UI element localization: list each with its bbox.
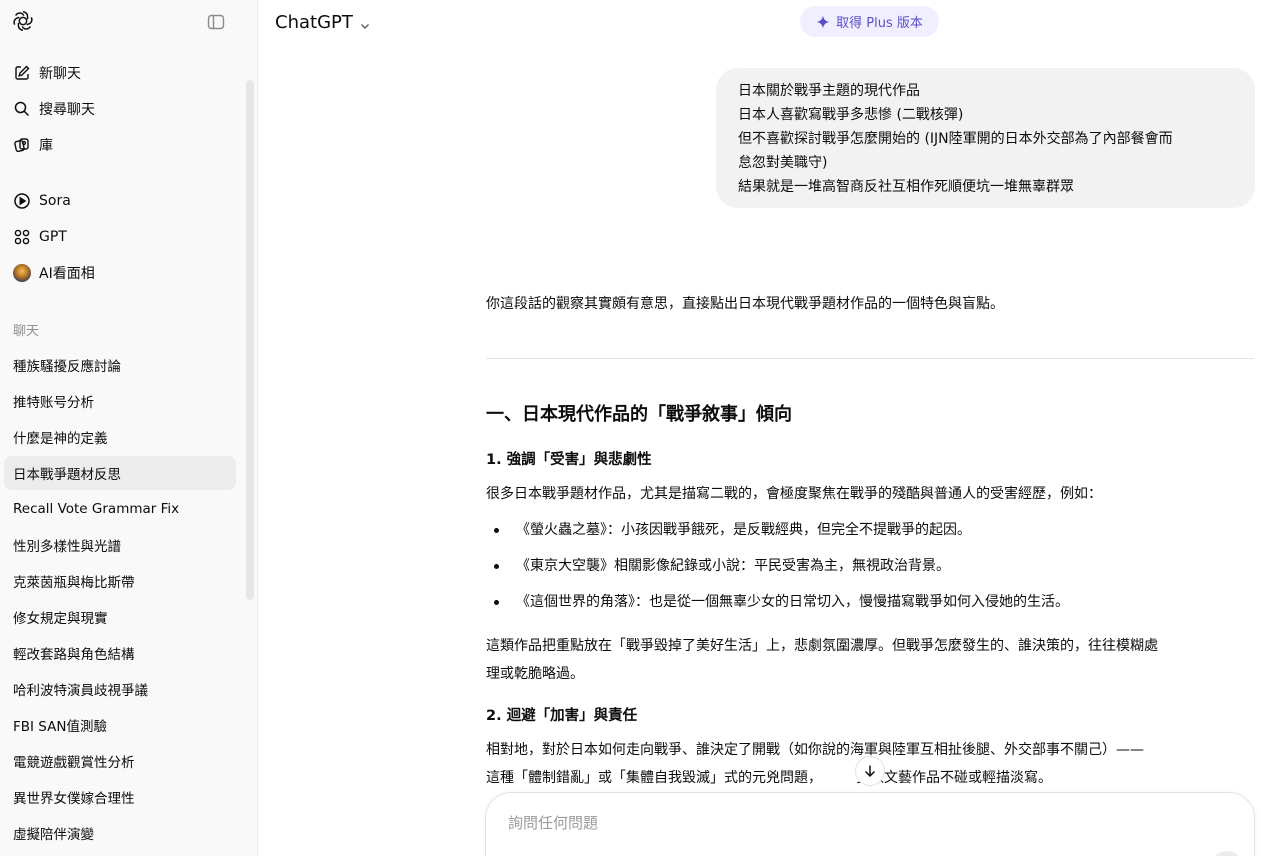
nav-label: 搜尋聊天 (39, 102, 95, 118)
assistant-paragraph: 很多日本戰爭題材作品，尤其是描寫二戰的，會極度聚焦在戰爭的殘酷與普通人的受害經歷… (486, 486, 1102, 502)
chat-history-item[interactable]: 輕改套路與角色結構 (4, 636, 236, 670)
get-plus-label: 取得 Plus 版本 (836, 16, 923, 31)
assistant-intro: 你這段話的觀察其實頗有意思，直接點出日本現代戰爭題材作品的一個特色與盲點。 (486, 296, 1004, 312)
library-button[interactable]: 庫 (4, 128, 236, 162)
assistant-paragraph-line: 這類作品把重點放在「戰爭毀掉了美好生活」上，悲劇氛圍濃厚。但戰爭怎麼發生的、誰決… (486, 638, 1158, 654)
chats-section-label: 聊天 (13, 324, 40, 339)
play-circle-icon (13, 192, 31, 210)
list-item-text: 《這個世界的角落》：也是從一個無辜少女的日常切入，慢慢描寫戰爭如何入侵她的生活。 (516, 594, 1069, 610)
chat-history-item[interactable]: FBI SAN值測驗 (4, 708, 236, 742)
chat-history-item[interactable]: 什麼是神的定義 (4, 420, 236, 454)
chat-history-item[interactable]: 電競遊戲觀賞性分析 (4, 744, 236, 778)
assistant-heading: 一、日本現代作品的「戰爭敘事」傾向 (486, 404, 792, 425)
search-icon (13, 100, 31, 118)
nav-label: AI看面相 (39, 266, 95, 282)
sidebar: 新聊天 搜尋聊天 庫 Sora GPT AI看面相 聊天 種族騷擾反應討論 推特… (0, 0, 258, 856)
chat-history-item[interactable]: 異世界女僕嫁合理性 (4, 780, 236, 814)
sidebar-item-gpt[interactable]: GPT (4, 220, 236, 254)
avatar-icon (13, 264, 31, 282)
user-message-line: 日本人喜歡寫戰爭多悲慘 (二戰核彈) (738, 107, 964, 123)
openai-logo-icon[interactable] (12, 10, 34, 32)
model-selector[interactable]: ChatGPT (275, 10, 371, 34)
sidebar-header (0, 0, 257, 44)
chat-history-item[interactable]: 克萊茵瓶與梅比斯帶 (4, 564, 236, 598)
arrow-down-icon (864, 765, 876, 778)
chat-history-item-active[interactable]: 日本戰爭題材反思 (4, 456, 236, 490)
chat-history-item[interactable]: 性別多樣性與光譜 (4, 528, 236, 562)
bullet-dot (494, 600, 499, 605)
chevron-down-icon (359, 16, 371, 29)
model-name: ChatGPT (275, 11, 353, 33)
new-chat-icon (13, 64, 31, 82)
assistant-paragraph-line: 理或乾脆略過。 (486, 666, 584, 682)
bullet-dot (494, 528, 499, 533)
paragraph-segment: 這種「體制錯亂」或「集體自我毀滅」式的元兇問題， (486, 770, 822, 786)
voice-button[interactable] (1210, 851, 1244, 856)
user-message-line: 但不喜歡探討戰爭怎麼開始的 (IJN陸軍開的日本外交部為了內部餐會而 (738, 131, 1173, 147)
assistant-subheading: 2. 迴避「加害」與責任 (486, 708, 638, 724)
list-item-text: 《東京大空襲》相關影像紀錄或小說：平民受害為主，無視政治背景。 (516, 558, 950, 574)
user-message-bubble: 日本關於戰爭主題的現代作品 日本人喜歡寫戰爭多悲慘 (二戰核彈) 但不喜歡探討戰… (716, 68, 1255, 208)
search-chats-button[interactable]: 搜尋聊天 (4, 92, 236, 126)
chat-history-item[interactable]: Recall Vote Grammar Fix (4, 492, 236, 526)
nav-label: 新聊天 (39, 66, 81, 82)
nav-label: GPT (39, 229, 67, 245)
chat-history-item[interactable]: 修女規定與現實 (4, 600, 236, 634)
sidebar-scrollbar[interactable] (246, 80, 254, 600)
divider (486, 358, 1254, 359)
sidebar-item-ai-face[interactable]: AI看面相 (4, 256, 236, 290)
bullet-dot (494, 564, 499, 569)
prompt-input[interactable] (508, 811, 1108, 835)
grid-icon (13, 228, 31, 246)
nav-label: Sora (39, 193, 71, 209)
list-item-text: 《螢火蟲之墓》：小孩因戰爭餓死，是反戰經典，但完全不提戰爭的起因。 (516, 522, 971, 538)
get-plus-button[interactable]: 取得 Plus 版本 (800, 6, 939, 37)
paragraph-segment: 多數文藝作品不碰或輕描淡寫。 (856, 770, 1052, 786)
chat-history-item[interactable]: 虛擬陪伴演變 (4, 816, 236, 850)
library-icon (13, 136, 31, 154)
chat-history-item[interactable]: 推特账号分析 (4, 384, 236, 418)
chat-history-item[interactable]: 種族騷擾反應討論 (4, 348, 236, 382)
user-message-line: 日本關於戰爭主題的現代作品 (738, 83, 920, 99)
sparkle-icon (816, 15, 830, 29)
chat-history-item[interactable]: 哈利波特演員歧視爭議 (4, 672, 236, 706)
composer (485, 792, 1255, 856)
nav-label: 庫 (39, 138, 53, 154)
user-message-line: 怠忽對美職守) (738, 155, 828, 171)
assistant-subheading: 1. 強調「受害」與悲劇性 (486, 452, 652, 468)
scroll-to-bottom-button[interactable] (855, 756, 885, 786)
sidebar-toggle-icon[interactable] (206, 12, 226, 32)
user-message-line: 結果就是一堆高智商反社互相作死順便坑一堆無辜群眾 (738, 179, 1074, 195)
sidebar-item-sora[interactable]: Sora (4, 184, 236, 218)
new-chat-button[interactable]: 新聊天 (4, 56, 236, 90)
